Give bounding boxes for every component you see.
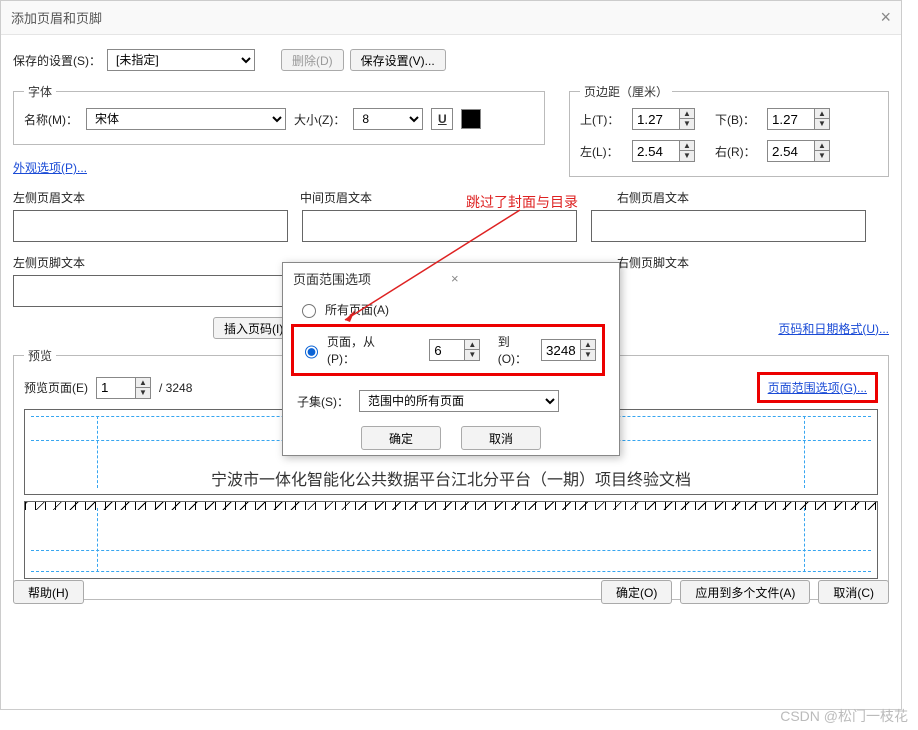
- saved-settings-row: 保存的设置(S)： [未指定] 删除(D) 保存设置(V)...: [13, 49, 889, 71]
- dialog-title: 添加页眉和页脚: [11, 8, 880, 27]
- margin-top-spinner[interactable]: ▲▼: [632, 108, 695, 130]
- font-name-label: 名称(M)：: [24, 111, 78, 128]
- preview-total: / 3248: [159, 381, 192, 395]
- modal-title-bar: 页面范围选项 ×: [283, 263, 619, 293]
- margin-bottom-spinner[interactable]: ▲▼: [767, 108, 830, 130]
- modal-ok-button[interactable]: 确定: [361, 426, 441, 450]
- left-header-input[interactable]: [13, 210, 288, 242]
- to-spinner[interactable]: ▲▼: [541, 339, 596, 361]
- subset-label: 子集(S)：: [297, 393, 349, 410]
- saved-select[interactable]: [未指定]: [107, 49, 255, 71]
- all-pages-label: 所有页面(A): [325, 301, 389, 318]
- modal-cancel-button[interactable]: 取消: [461, 426, 541, 450]
- modal-close-icon[interactable]: ×: [451, 271, 609, 286]
- margins-group: 页边距（厘米） 上(T)： ▲▼ 下(B)： ▲▼ 左(L)： ▲▼ 右(R)：…: [569, 83, 889, 177]
- preview-page-label: 预览页面(E): [24, 379, 88, 396]
- bottom-bar: 帮助(H) 确定(O) 应用到多个文件(A) 取消(C): [13, 580, 889, 604]
- left-header-label: 左侧页眉文本: [13, 189, 85, 206]
- margin-right-label: 右(R)：: [715, 143, 761, 160]
- page-range-options-link[interactable]: 页面范围选项(G)...: [757, 372, 878, 403]
- margins-legend: 页边距（厘米）: [580, 83, 672, 100]
- cancel-button[interactable]: 取消(C): [818, 580, 889, 604]
- right-header-input[interactable]: [591, 210, 866, 242]
- left-footer-label: 左侧页脚文本: [13, 254, 85, 271]
- font-group: 字体 名称(M)： 宋体 大小(Z)： 8 U: [13, 83, 545, 145]
- title-bar: 添加页眉和页脚 ×: [1, 1, 901, 35]
- saved-label: 保存的设置(S)：: [13, 52, 101, 69]
- font-size-select[interactable]: 8: [353, 108, 423, 130]
- right-footer-label: 右侧页脚文本: [617, 254, 689, 271]
- delete-button[interactable]: 删除(D): [281, 49, 344, 71]
- pages-from-radio[interactable]: [305, 345, 318, 359]
- annotation-text: 跳过了封面与目录: [466, 192, 578, 212]
- font-size-label: 大小(Z)：: [294, 111, 345, 128]
- color-swatch[interactable]: [461, 109, 481, 129]
- apply-multiple-button[interactable]: 应用到多个文件(A): [680, 580, 810, 604]
- modal-title: 页面范围选项: [293, 269, 451, 288]
- center-header-label: 中间页眉文本: [300, 189, 372, 206]
- page-range-modal: 页面范围选项 × 所有页面(A) 页面，从(P)： ▲▼ 到(O)： ▲▼ 子集…: [282, 262, 620, 456]
- preview-sample-text: 宁波市一体化智能化公共数据平台江北分平台（一期）项目终验文档: [25, 466, 877, 490]
- left-footer-input[interactable]: [13, 275, 288, 307]
- preview-footer-box: [24, 501, 878, 579]
- margin-left-label: 左(L)：: [580, 143, 626, 160]
- save-settings-button[interactable]: 保存设置(V)...: [350, 49, 446, 71]
- preview-page-spinner[interactable]: ▲▼: [96, 377, 151, 399]
- margin-right-spinner[interactable]: ▲▼: [767, 140, 830, 162]
- right-header-label: 右侧页眉文本: [617, 189, 689, 206]
- page-date-format-link[interactable]: 页码和日期格式(U)...: [778, 320, 889, 337]
- margin-left-spinner[interactable]: ▲▼: [632, 140, 695, 162]
- font-legend: 字体: [24, 83, 56, 100]
- font-name-select[interactable]: 宋体: [86, 108, 286, 130]
- underline-button[interactable]: U: [431, 108, 453, 130]
- margin-bottom-label: 下(B)：: [715, 111, 761, 128]
- from-spinner[interactable]: ▲▼: [429, 339, 480, 361]
- close-icon[interactable]: ×: [880, 7, 891, 28]
- center-header-input[interactable]: [302, 210, 577, 242]
- preview-legend: 预览: [24, 347, 56, 364]
- subset-select[interactable]: 范围中的所有页面: [359, 390, 559, 412]
- to-label: 到(O)：: [498, 333, 535, 367]
- help-button[interactable]: 帮助(H): [13, 580, 84, 604]
- pages-from-label: 页面，从(P)：: [327, 333, 396, 367]
- ok-button[interactable]: 确定(O): [601, 580, 672, 604]
- margin-top-label: 上(T)：: [580, 111, 626, 128]
- appearance-options-link[interactable]: 外观选项(P)...: [13, 161, 87, 175]
- watermark-text: CSDN @松门一枝花: [780, 706, 908, 726]
- all-pages-radio[interactable]: [302, 304, 316, 318]
